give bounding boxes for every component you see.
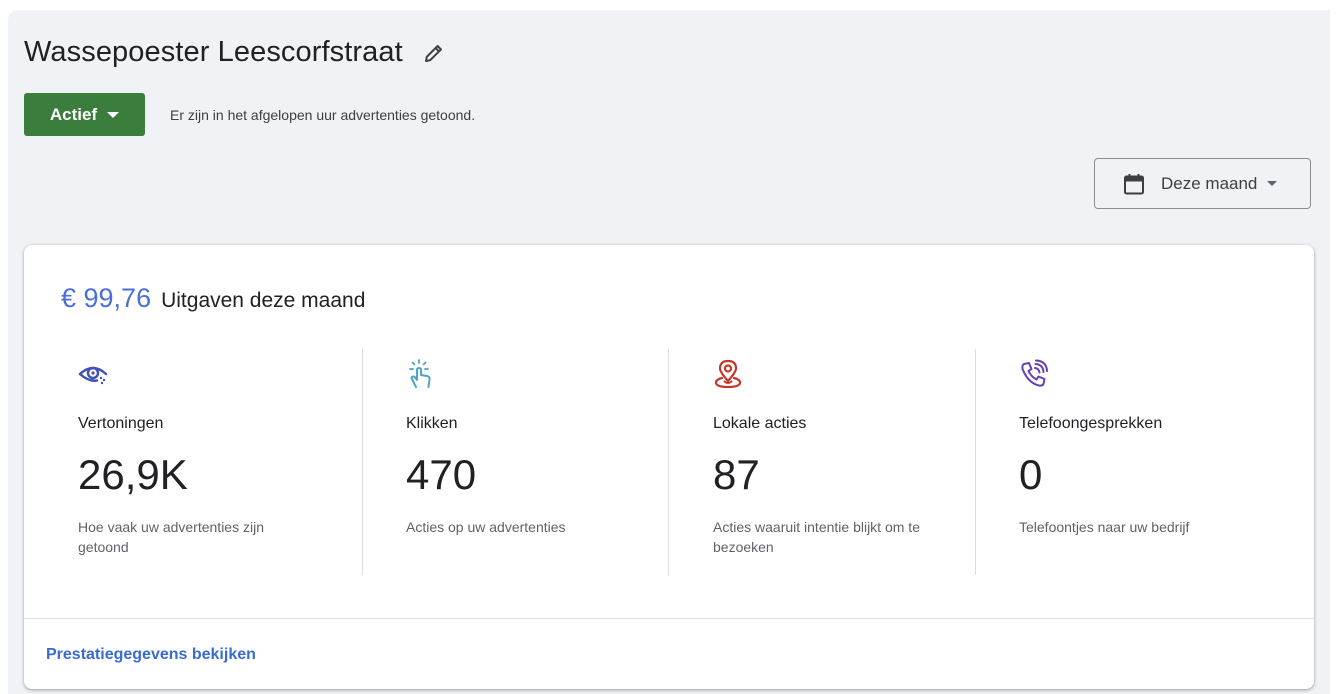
metric-value: 87 <box>713 451 760 498</box>
status-dropdown-button[interactable]: Actief <box>24 93 145 136</box>
metric-name: Telefoongesprekken <box>1019 415 1163 432</box>
metric-description: Telefoontjes naar uw bedrijf <box>1019 519 1190 535</box>
metric-description: Hoe vaak uw advertenties zijn getoond <box>78 519 264 555</box>
card-divider <box>24 618 1314 619</box>
view-performance-link[interactable]: Prestatiegegevens bekijken <box>46 646 256 664</box>
pencil-icon <box>424 44 442 62</box>
metric-divider <box>362 349 363 575</box>
location-pin-icon <box>714 359 742 389</box>
eye-icon <box>78 366 108 385</box>
metric-value: 470 <box>406 451 477 498</box>
summary-card: € 99,76 Uitgaven deze maand Vertoningen … <box>24 245 1314 689</box>
header: Wassepoester Leescorfstraat <box>24 36 447 69</box>
metric-name: Vertoningen <box>78 415 164 432</box>
metric-value: 26,9K <box>78 451 188 498</box>
spend-amount: € 99,76 <box>61 283 152 313</box>
caret-down-icon <box>1267 181 1278 186</box>
metric-description: Acties op uw advertenties <box>406 519 566 535</box>
caret-down-icon <box>107 111 120 118</box>
page-background: Wassepoester Leescorfstraat Actief Er zi… <box>8 10 1330 694</box>
metric-divider <box>668 349 669 575</box>
page-title: Wassepoester Leescorfstraat <box>24 36 403 68</box>
spend-label: Uitgaven deze maand <box>161 289 366 312</box>
spend-summary: € 99,76 Uitgaven deze maand <box>61 283 365 314</box>
metric-description: Acties waaruit intentie blijkt om te bez… <box>713 519 920 555</box>
phone-ringing-icon <box>1021 359 1048 387</box>
metric-name: Lokale acties <box>713 415 807 432</box>
status-message: Er zijn in het afgelopen uur advertentie… <box>170 106 476 123</box>
calendar-icon <box>1123 173 1145 195</box>
metric-divider <box>975 349 976 575</box>
date-range-dropdown[interactable]: Deze maand <box>1094 158 1311 209</box>
edit-title-button[interactable] <box>421 40 447 66</box>
status-label: Actief <box>49 104 98 124</box>
metric-value: 0 <box>1019 451 1043 498</box>
tap-icon <box>409 359 431 388</box>
date-range-label: Deze maand <box>1161 173 1258 193</box>
status-row: Actief Er zijn in het afgelopen uur adve… <box>24 93 475 136</box>
metric-name: Klikken <box>406 415 458 432</box>
